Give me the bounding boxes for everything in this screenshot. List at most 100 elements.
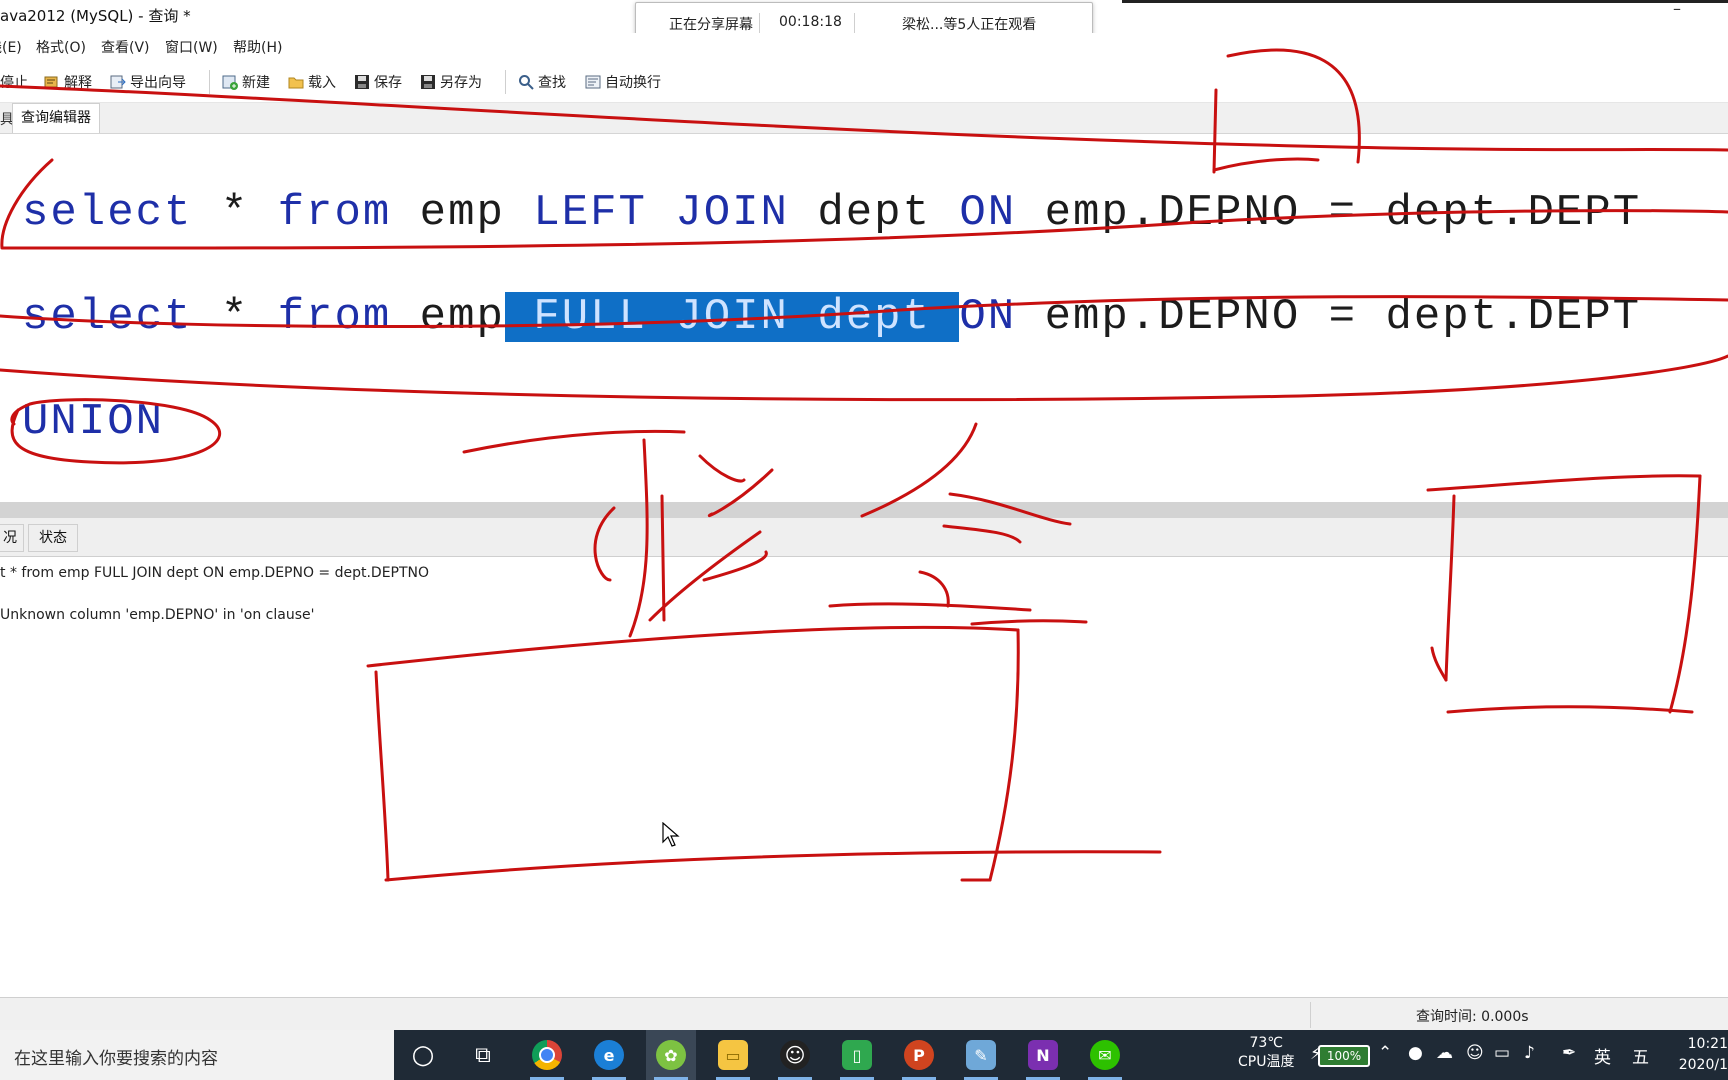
find-button[interactable]: 查找 [518, 72, 566, 92]
word-wrap-button[interactable]: 自动换行 [585, 72, 661, 92]
editor-tab-row: 具 查询编辑器 [0, 103, 1728, 134]
onenote-button[interactable]: N [1018, 1030, 1068, 1080]
tab-query-editor[interactable]: 查询编辑器 [12, 103, 100, 133]
sql-editor[interactable]: select * from emp LEFT JOIN dept ON emp.… [0, 134, 1728, 502]
share-elapsed-time: 00:18:18 [779, 14, 842, 30]
microphone-icon[interactable]: ● [1408, 1043, 1423, 1063]
magnifier-icon [518, 74, 534, 90]
save-button[interactable]: 保存 [354, 72, 402, 92]
message-error: Unknown column 'emp.DEPNO' in 'on clause… [0, 607, 315, 623]
find-label: 查找 [538, 75, 566, 91]
code-text: emp [391, 188, 534, 238]
notepad-icon: ✎ [966, 1040, 996, 1070]
clock-time: 10:21 [1687, 1036, 1728, 1052]
share-viewers: 梁松...等5人正在观看 [902, 17, 1037, 33]
taskbar: 在这里输入你要搜索的内容 ○ ⧉ e ✿ ▭ ☺ ▯ P ✎ N ✉ 73℃ C… [0, 1030, 1728, 1080]
ime-language[interactable]: 英 [1594, 1043, 1611, 1068]
menu-view[interactable]: 查看(V) [101, 37, 150, 57]
code-line-1: select * from emp LEFT JOIN dept ON emp.… [22, 188, 1641, 238]
code-text: emp [391, 292, 505, 342]
task-view-button[interactable]: ⧉ [458, 1030, 508, 1080]
code-line-3: UNION [22, 397, 164, 447]
minimize-button[interactable]: – [1662, 1, 1692, 22]
status-bar: 查询时间: 0.000s [0, 997, 1728, 1031]
cpu-temperature: 73℃ CPU温度 [1238, 1034, 1294, 1072]
powerpoint-icon: P [904, 1040, 934, 1070]
tab-status[interactable]: 状态 [28, 524, 78, 552]
cortana-icon: ○ [411, 1040, 435, 1070]
file-explorer-button[interactable]: ▭ [708, 1030, 758, 1080]
code-text: * [192, 188, 278, 238]
system-clock[interactable]: 10:21 2020/1 [1672, 1034, 1728, 1076]
qq-icon: ☺ [780, 1040, 810, 1070]
taskbar-search-box[interactable]: 在这里输入你要搜索的内容 [0, 1030, 394, 1080]
qq-tray-icon[interactable]: ☺ [1466, 1043, 1484, 1063]
save-as-label: 另存为 [440, 75, 482, 91]
volume-icon[interactable]: ♪ [1524, 1043, 1535, 1063]
new-button[interactable]: 新建 [222, 72, 270, 92]
edge-icon: e [594, 1040, 624, 1070]
wrap-icon [585, 74, 601, 90]
tab-info[interactable]: 况 [0, 524, 24, 552]
export-wizard-button[interactable]: 导出向导 [110, 72, 186, 92]
pen-icon[interactable]: ✒ [1562, 1043, 1576, 1063]
share-status: 正在分享屏幕 [669, 17, 753, 33]
divider [1310, 1002, 1311, 1028]
navicat-icon: ✿ [656, 1040, 686, 1070]
new-query-icon [222, 74, 238, 90]
chrome-button[interactable] [522, 1030, 572, 1080]
menu-edit[interactable]: 钱(E) [0, 37, 22, 57]
save-label: 保存 [374, 75, 402, 91]
qq-button[interactable]: ☺ [770, 1030, 820, 1080]
divider [759, 13, 760, 33]
explain-button[interactable]: 解释 [44, 72, 92, 92]
code-text: emp.DEPNO = dept.DEPT [1016, 292, 1642, 342]
floppy-icon [420, 74, 436, 90]
keyword: select [22, 188, 193, 238]
powerpoint-button[interactable]: P [894, 1030, 944, 1080]
green-app-button[interactable]: ▯ [832, 1030, 882, 1080]
menu-format[interactable]: 格式(O) [36, 37, 86, 57]
explain-icon [44, 74, 60, 90]
cortana-button[interactable]: ○ [398, 1030, 448, 1080]
keyword: UNION [22, 397, 165, 447]
selected-text: FULL JOIN dept [504, 292, 960, 342]
word-wrap-label: 自动换行 [605, 75, 661, 91]
menu-window[interactable]: 窗口(W) [165, 37, 218, 57]
menu-help[interactable]: 帮助(H) [233, 37, 282, 57]
edge-button[interactable]: e [584, 1030, 634, 1080]
cloud-icon[interactable]: ☁ [1436, 1043, 1453, 1063]
chevron-up-icon[interactable]: ⌃ [1378, 1043, 1392, 1063]
keyword: select [22, 292, 193, 342]
title-underline [1122, 0, 1728, 3]
window-title: ava2012 (MySQL) - 查询 * [0, 7, 191, 25]
notepad-button[interactable]: ✎ [956, 1030, 1006, 1080]
keyword: from [277, 188, 392, 238]
green-app-icon: ▯ [842, 1040, 872, 1070]
keyword: from [277, 292, 392, 342]
save-as-button[interactable]: 另存为 [420, 72, 482, 92]
battery-tray-icon[interactable]: ▭ [1494, 1043, 1510, 1063]
navicat-button[interactable]: ✿ [646, 1030, 696, 1080]
toolbar-separator [209, 70, 210, 94]
keyword: ON [959, 292, 1017, 342]
wechat-button[interactable]: ✉ [1080, 1030, 1130, 1080]
stop-button[interactable]: 停止 [0, 72, 28, 92]
query-time: 查询时间: 0.000s [1416, 1009, 1529, 1025]
mouse-cursor-icon [662, 822, 680, 847]
keyword: LEFT JOIN [533, 188, 789, 238]
toolbar: 停止 解释 导出向导 新建 载入 保存 另存为 查找 自动换行 [0, 62, 1728, 103]
load-button[interactable]: 载入 [288, 72, 336, 92]
explain-label: 解释 [64, 75, 92, 91]
ime-mode[interactable]: 五 [1632, 1043, 1649, 1068]
result-tab-row: 况 状态 [0, 518, 1728, 557]
pane-splitter[interactable] [0, 502, 1728, 518]
message-panel: t * from emp FULL JOIN dept ON emp.DEPNO… [0, 557, 1728, 997]
wechat-icon: ✉ [1090, 1040, 1120, 1070]
code-text: emp.DEPNO = dept.DEPT [1016, 188, 1642, 238]
menu-bar: 钱(E) 格式(O) 查看(V) 窗口(W) 帮助(H) [0, 33, 1728, 59]
code-line-2: select * from emp FULL JOIN dept ON emp.… [22, 292, 1641, 342]
battery-indicator[interactable]: 100% [1318, 1045, 1370, 1067]
keyword: ON [959, 188, 1017, 238]
new-label: 新建 [242, 75, 270, 91]
